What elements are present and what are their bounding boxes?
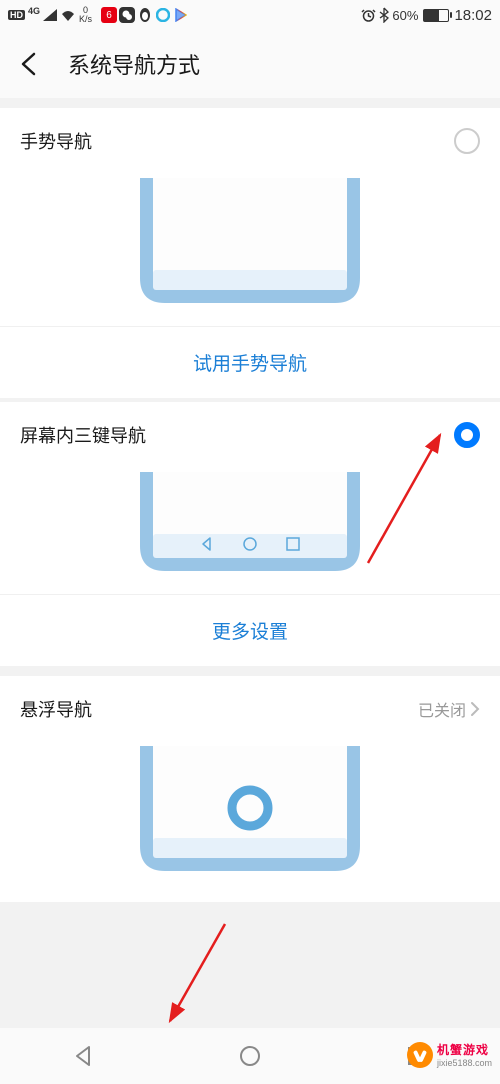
watermark-url: jixie5188.com xyxy=(437,1058,492,1068)
illustration-gesture xyxy=(0,174,500,326)
page-title: 系统导航方式 xyxy=(68,48,200,80)
row-floating-nav[interactable]: 悬浮导航 已关闭 xyxy=(0,676,500,742)
section-gesture-nav: 手势导航 试用手势导航 xyxy=(0,108,500,398)
gesture-nav-title: 手势导航 xyxy=(20,128,92,154)
illustration-three-key xyxy=(0,468,500,594)
wechat-icon xyxy=(119,7,135,23)
section-three-key-nav: 屏幕内三键导航 更多设置 xyxy=(0,402,500,666)
radio-gesture[interactable] xyxy=(454,128,480,154)
illustration-floating xyxy=(0,742,500,902)
battery-icon xyxy=(423,9,449,22)
radio-three-key[interactable] xyxy=(454,422,480,448)
alarm-icon xyxy=(361,8,376,23)
annotation-arrow-2 xyxy=(155,916,255,1036)
link-more-settings[interactable]: 更多设置 xyxy=(0,594,500,666)
network-4g-icon: 4G xyxy=(28,6,40,16)
header: 系统导航方式 xyxy=(0,30,500,98)
watermark-brand: 机蟹游戏 xyxy=(437,1041,492,1058)
chevron-right-icon xyxy=(470,701,480,717)
bluetooth-icon xyxy=(379,7,389,23)
watermark-logo-icon xyxy=(407,1042,433,1068)
battery-percent: 60% xyxy=(392,8,418,23)
app-icon: 6 xyxy=(101,7,117,23)
status-bar: HD 4G 0 K/s 6 xyxy=(0,0,500,30)
network-speed: 0 K/s xyxy=(79,6,92,24)
penguin-icon xyxy=(137,7,153,23)
clock-time: 18:02 xyxy=(454,7,492,24)
wifi-icon xyxy=(60,9,76,21)
hd-badge: HD xyxy=(8,10,25,20)
signal-icon xyxy=(43,9,57,21)
three-key-title: 屏幕内三键导航 xyxy=(20,422,146,448)
link-try-gesture[interactable]: 试用手势导航 xyxy=(0,326,500,398)
play-icon xyxy=(173,7,189,23)
browser-icon xyxy=(155,7,171,23)
nav-home-icon[interactable] xyxy=(238,1044,262,1068)
watermark: 机蟹游戏 jixie5188.com xyxy=(407,1041,492,1068)
floating-status: 已关闭 xyxy=(418,697,480,721)
nav-back-icon[interactable] xyxy=(72,1044,94,1068)
row-three-key-nav[interactable]: 屏幕内三键导航 xyxy=(0,402,500,468)
row-gesture-nav[interactable]: 手势导航 xyxy=(0,108,500,174)
section-floating-nav: 悬浮导航 已关闭 xyxy=(0,676,500,902)
floating-nav-title: 悬浮导航 xyxy=(20,696,92,722)
back-icon[interactable] xyxy=(16,51,42,77)
